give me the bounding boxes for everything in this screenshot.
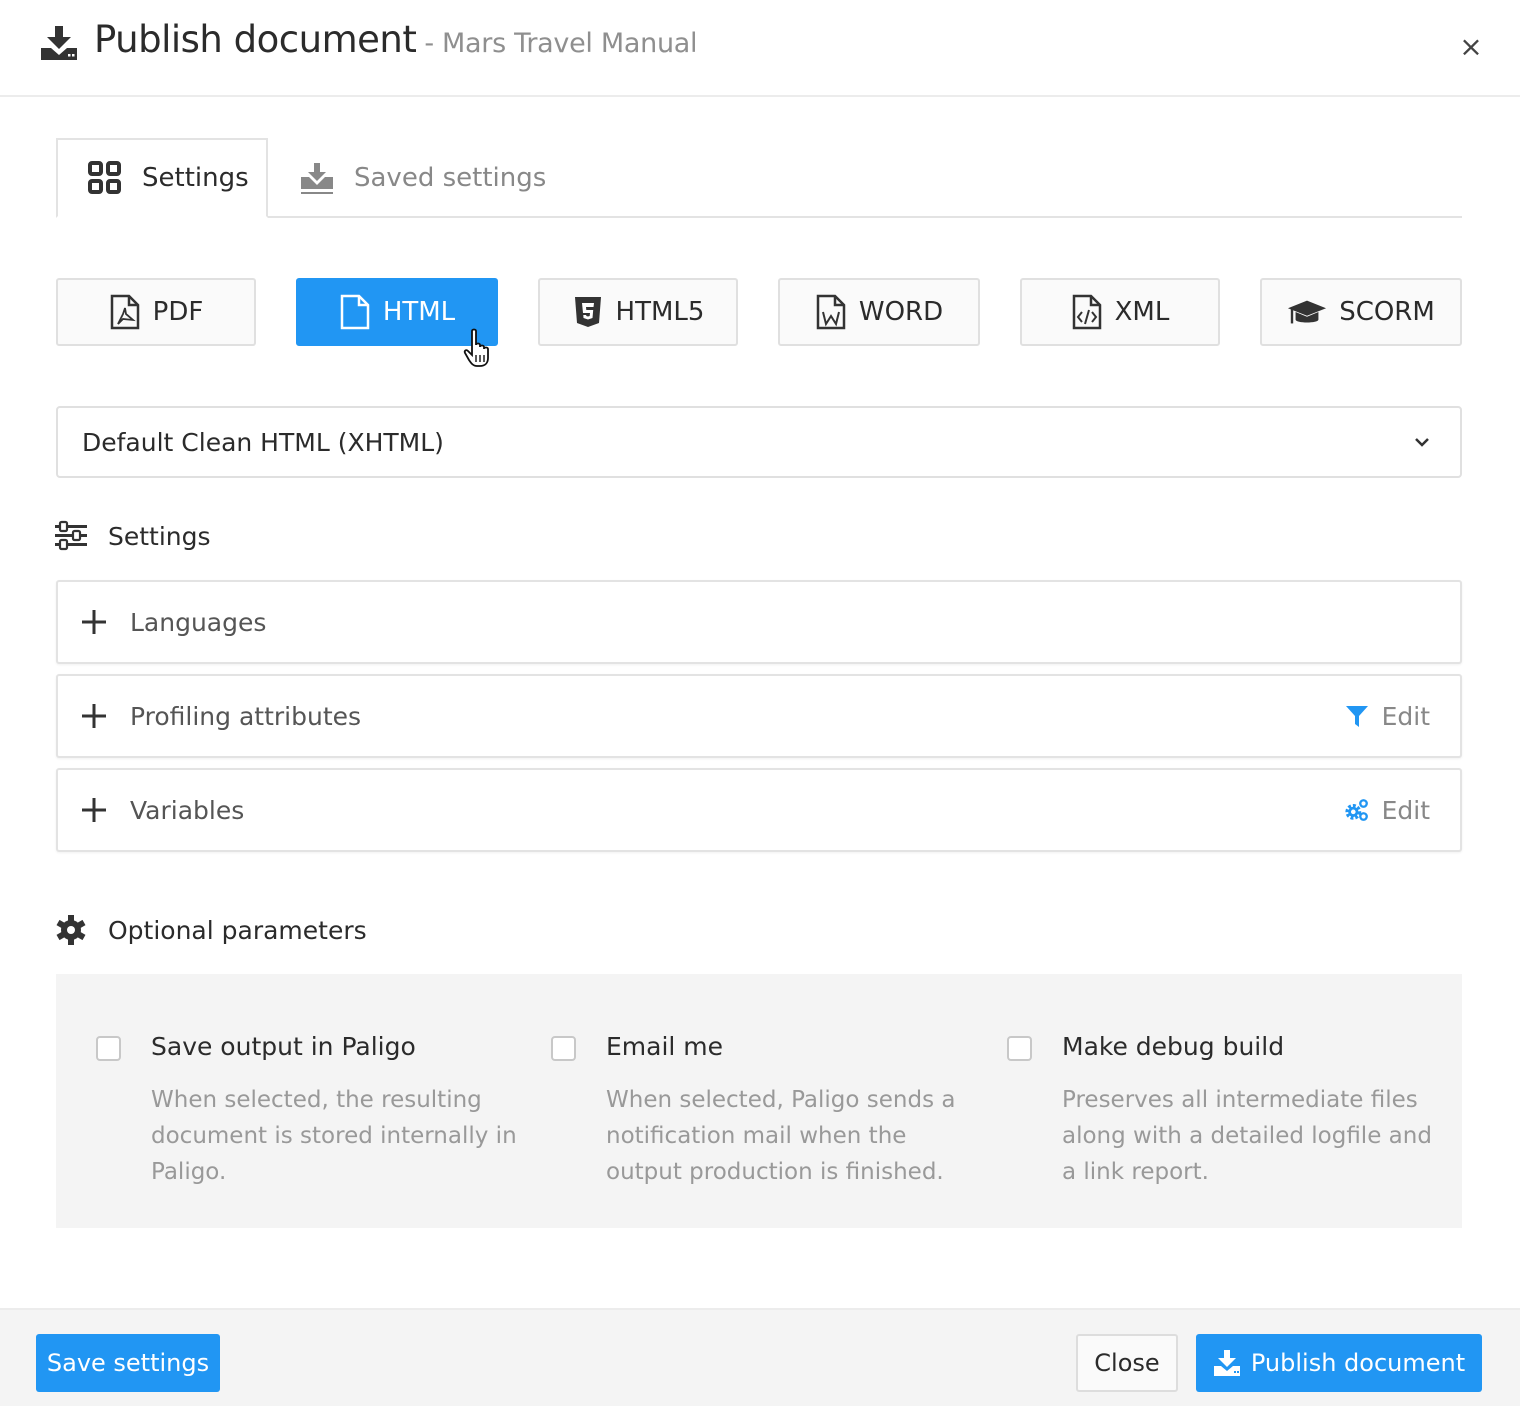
optional-parameters-title: Optional parameters: [108, 915, 367, 945]
variables-edit-label: Edit: [1381, 795, 1430, 825]
close-button[interactable]: Close: [1076, 1334, 1178, 1392]
tab-settings-label: Settings: [142, 163, 249, 193]
format-xml-button[interactable]: XML: [1020, 278, 1220, 346]
debug-build-description: Preserves all intermediate files along w…: [1062, 1087, 1432, 1185]
debug-build-title: Make debug build: [1062, 1032, 1285, 1061]
dialog-header: Publish document - Mars Travel Manual ×: [0, 0, 1520, 97]
dialog-footer: Save settings Close Publish document: [0, 1308, 1520, 1406]
file-code-icon: [1072, 294, 1101, 330]
format-pdf-label: PDF: [152, 297, 204, 327]
close-icon[interactable]: ×: [1456, 32, 1486, 62]
accordion-variables[interactable]: Variables Edit: [56, 768, 1462, 852]
download-tray-icon: [301, 163, 333, 194]
accordion-languages[interactable]: Languages: [56, 580, 1462, 664]
accordion-profiling-attributes-label: Profiling attributes: [130, 701, 362, 731]
accordion-languages-label: Languages: [130, 607, 267, 637]
plus-icon: [82, 798, 106, 822]
tab-saved-settings-label: Saved settings: [354, 163, 547, 193]
save-output-description: When selected, the resulting document is…: [151, 1087, 517, 1185]
plus-icon: [82, 610, 106, 634]
profiling-edit-button[interactable]: Edit: [1344, 702, 1430, 731]
email-me-checkbox[interactable]: [551, 1036, 576, 1061]
cogs-icon: [1344, 799, 1368, 821]
email-me-description: When selected, Paligo sends a notificati…: [606, 1087, 956, 1185]
profiling-edit-label: Edit: [1381, 701, 1430, 731]
email-me-title: Email me: [606, 1032, 724, 1061]
accordion-variables-label: Variables: [130, 795, 245, 825]
html5-icon: [574, 297, 601, 327]
file-pdf-icon: [110, 294, 139, 330]
download-icon: [41, 26, 77, 60]
format-html5-button[interactable]: HTML5: [538, 278, 738, 346]
grid-icon: [88, 161, 121, 194]
download-icon: [1213, 1350, 1240, 1376]
chevron-down-icon: [1415, 438, 1429, 447]
save-output-title: Save output in Paligo: [151, 1032, 416, 1061]
graduation-cap-icon: [1288, 300, 1327, 324]
publish-document-label: Publish document: [1250, 1349, 1466, 1377]
dialog-subtitle: - Mars Travel Manual: [424, 28, 698, 59]
dialog-title-text: Publish document: [94, 18, 417, 61]
gear-icon: [56, 915, 86, 945]
variables-edit-button[interactable]: Edit: [1344, 796, 1430, 825]
layout-select-value: Default Clean HTML (XHTML): [82, 427, 444, 457]
format-word-label: WORD: [858, 297, 944, 327]
close-button-label: Close: [1094, 1349, 1160, 1377]
format-xml-label: XML: [1114, 297, 1170, 327]
tab-saved-settings[interactable]: Saved settings: [296, 138, 546, 218]
save-settings-label: Save settings: [46, 1349, 210, 1377]
format-scorm-button[interactable]: SCORM: [1260, 278, 1462, 346]
format-scorm-label: SCORM: [1339, 297, 1435, 327]
debug-build-checkbox[interactable]: [1007, 1036, 1032, 1061]
optional-parameters-panel: Save output in Paligo When selected, the…: [56, 974, 1462, 1228]
file-word-icon: [816, 294, 846, 330]
format-selector: PDF HTML HTML5 WORD XML SCORM: [56, 278, 1462, 346]
save-settings-button[interactable]: Save settings: [36, 1334, 220, 1392]
format-word-button[interactable]: WORD: [778, 278, 980, 346]
filter-icon: [1345, 706, 1368, 727]
accordion-profiling-attributes[interactable]: Profiling attributes Edit: [56, 674, 1462, 758]
sliders-icon: [55, 520, 87, 551]
format-html-label: HTML: [382, 297, 456, 327]
save-output-checkbox[interactable]: [96, 1036, 121, 1061]
dialog-title: Publish document - Mars Travel Manual: [94, 18, 698, 61]
format-html5-label: HTML5: [615, 297, 705, 327]
settings-section-heading: Settings: [54, 520, 211, 552]
hand-pointer-cursor-icon: [463, 328, 489, 367]
optional-parameters-heading: Optional parameters: [54, 914, 367, 946]
tab-settings[interactable]: Settings: [56, 138, 268, 218]
tab-bar: Settings Saved settings: [56, 138, 1462, 218]
format-pdf-button[interactable]: PDF: [56, 278, 256, 346]
settings-section-title: Settings: [108, 521, 211, 551]
publish-document-button[interactable]: Publish document: [1196, 1334, 1482, 1392]
layout-select[interactable]: Default Clean HTML (XHTML): [56, 406, 1462, 478]
plus-icon: [82, 704, 106, 728]
file-icon: [340, 294, 370, 330]
